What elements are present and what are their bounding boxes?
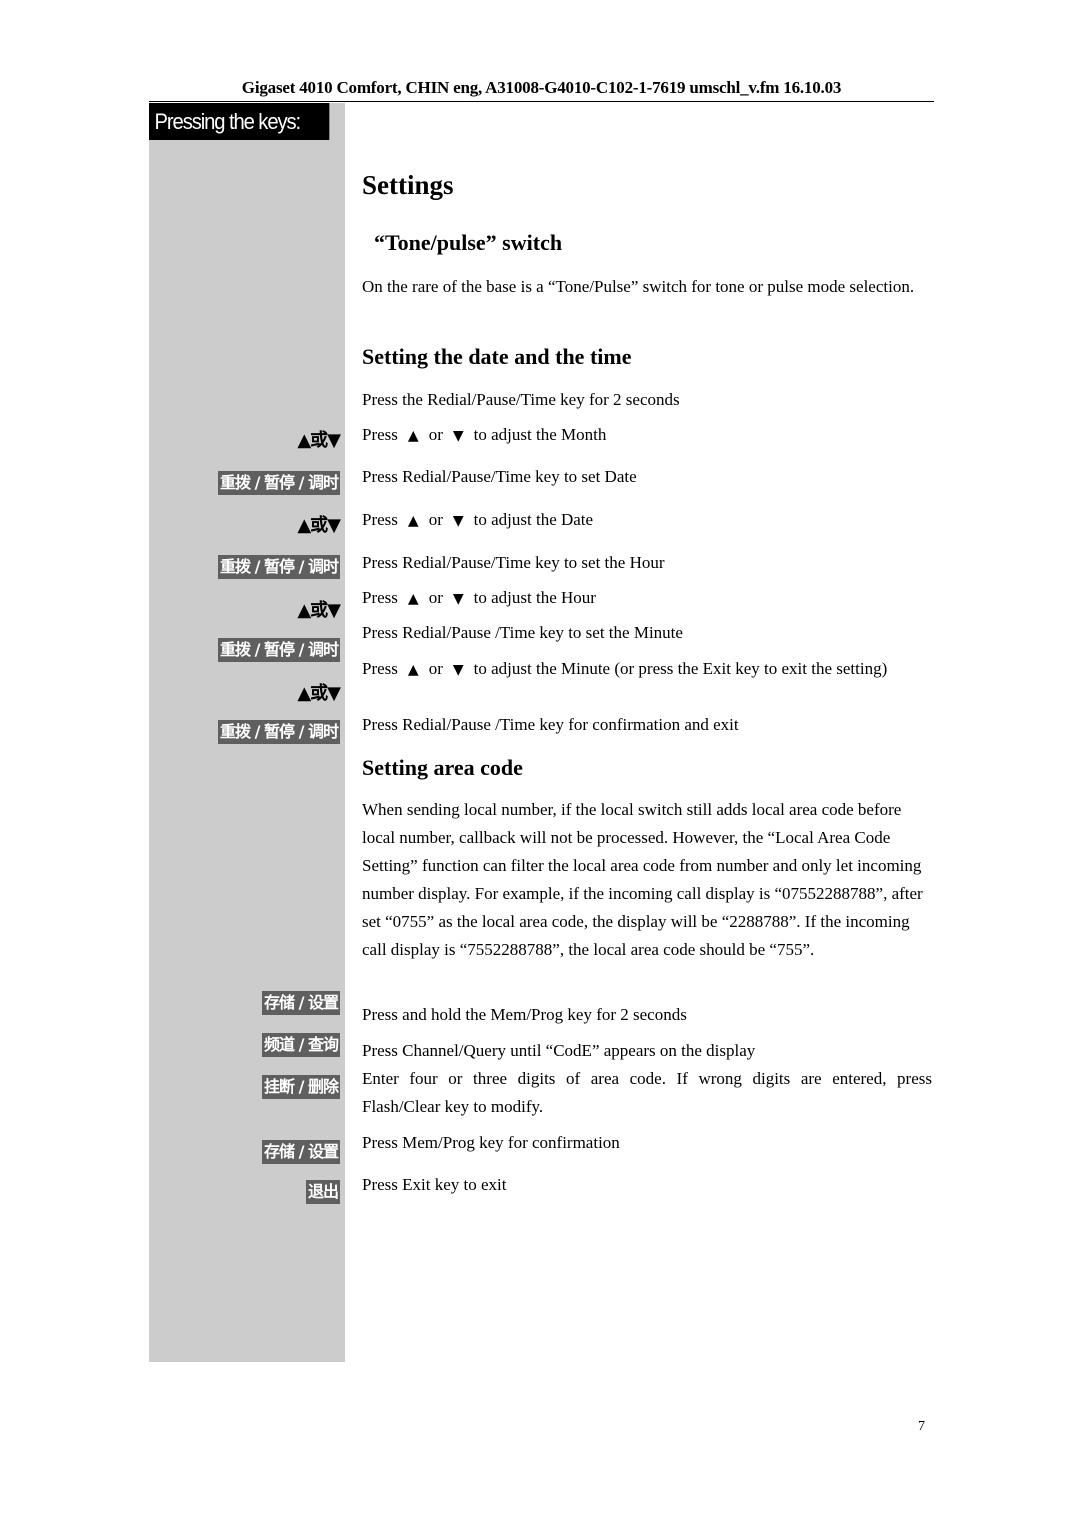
down-arrow-icon: ▼ [452, 662, 464, 678]
area-code-step: Press Channel/Query until “CodE” appears… [362, 1041, 756, 1060]
sidebar-title: Pressing the keys: [149, 103, 330, 140]
up-arrow-icon: ▲ [407, 428, 419, 444]
key-redial-pause-time: 重拨 / 暂停 / 调时 [218, 720, 340, 744]
keys-sidebar: Pressing the keys: ▲或▼ 重拨 / 暂停 / 调时 ▲或▼ … [149, 103, 345, 1362]
tone-pulse-body: On the rare of the base is a “Tone/Pulse… [362, 277, 915, 296]
datetime-step: Press ▲ or ▼ to adjust the Hour [362, 584, 932, 613]
redial-key-badge: 重拨 / 暂停 / 调时 [218, 555, 340, 579]
step-text: Press [362, 659, 398, 678]
mem-prog-key-badge: 存储 / 设置 [262, 1140, 340, 1164]
down-arrow-icon: ▼ [452, 513, 464, 529]
area-code-heading: Setting area code [362, 755, 523, 780]
area-code-intro: When sending local number, if the local … [362, 800, 923, 959]
key-up-down: ▲或▼ [297, 596, 341, 622]
page-number: 7 [918, 1419, 925, 1434]
datetime-step: Press ▲ or ▼ to adjust the Minute (or press … [362, 655, 932, 684]
page-title: Settings [362, 170, 454, 200]
flash-clear-key-badge: 挂断 / 删除 [262, 1075, 340, 1099]
datetime-step: Press Redial/Pause /Time key to set the … [362, 623, 683, 642]
redial-key-badge: 重拨 / 暂停 / 调时 [218, 471, 340, 495]
exit-key-badge: 退出 [305, 1180, 340, 1204]
up-down-arrows-icon: ▲或▼ [297, 600, 341, 621]
datetime-step: Press ▲ or ▼ to adjust the Date [362, 506, 932, 535]
area-code-step: Press Mem/Prog key for confirmation [362, 1133, 620, 1152]
step-text: or [428, 588, 443, 607]
step-text: to adjust the Month [473, 425, 607, 444]
step-text: to adjust the Minute (or press the Exit … [473, 659, 888, 678]
step-text: Press [362, 510, 398, 529]
up-down-arrows-icon: ▲或▼ [297, 430, 341, 451]
step-text: Press [362, 588, 398, 607]
up-arrow-icon: ▲ [407, 513, 419, 529]
datetime-step: Press ▲ or ▼ to adjust the Month [362, 421, 932, 450]
step-text: Press [362, 425, 398, 444]
redial-key-badge: 重拨 / 暂停 / 调时 [218, 638, 340, 662]
running-header: Gigaset 4010 Comfort, CHIN eng, A31008-G… [241, 78, 842, 97]
area-code-step: Press Exit key to exit [362, 1175, 507, 1194]
datetime-step: Press Redial/Pause /Time key for confirm… [362, 715, 739, 734]
mem-prog-key-badge: 存储 / 设置 [262, 991, 340, 1015]
area-code-step: Press and hold the Mem/Prog key for 2 se… [362, 1005, 687, 1024]
up-arrow-icon: ▲ [407, 662, 419, 678]
key-redial-pause-time: 重拨 / 暂停 / 调时 [218, 555, 340, 579]
step-text: or [428, 510, 443, 529]
step-text: to adjust the Hour [473, 588, 596, 607]
datetime-step: Press Redial/Pause/Time key to set the H… [362, 553, 665, 572]
key-up-down: ▲或▼ [297, 511, 341, 537]
up-down-arrows-icon: ▲或▼ [297, 515, 341, 536]
area-code-step: Enter four or three digits of area code.… [362, 1069, 932, 1116]
step-text: or [428, 425, 443, 444]
step-text: to adjust the Date [473, 510, 594, 529]
key-channel-query: 频道 / 查询 [262, 1033, 340, 1057]
datetime-step: Press Redial/Pause/Time key to set Date [362, 467, 637, 486]
header-rule [149, 101, 934, 102]
channel-query-key-badge: 频道 / 查询 [262, 1033, 340, 1057]
key-redial-pause-time: 重拨 / 暂停 / 调时 [218, 471, 340, 495]
key-mem-prog: 存储 / 设置 [262, 991, 340, 1015]
datetime-step: Press the Redial/Pause/Time key for 2 se… [362, 390, 680, 409]
key-mem-prog: 存储 / 设置 [262, 1140, 340, 1164]
date-time-heading: Setting the date and the time [362, 344, 632, 369]
up-down-arrows-icon: ▲或▼ [297, 683, 341, 704]
key-exit: 退出 [305, 1180, 340, 1204]
key-flash-clear: 挂断 / 删除 [262, 1075, 340, 1099]
down-arrow-icon: ▼ [452, 591, 464, 607]
down-arrow-icon: ▼ [452, 428, 464, 444]
key-up-down: ▲或▼ [297, 679, 341, 705]
key-redial-pause-time: 重拨 / 暂停 / 调时 [218, 638, 340, 662]
tone-pulse-heading: “Tone/pulse” switch [374, 230, 563, 255]
step-text: or [428, 659, 443, 678]
key-up-down: ▲或▼ [297, 426, 341, 452]
redial-key-badge: 重拨 / 暂停 / 调时 [218, 720, 340, 744]
up-arrow-icon: ▲ [407, 591, 419, 607]
